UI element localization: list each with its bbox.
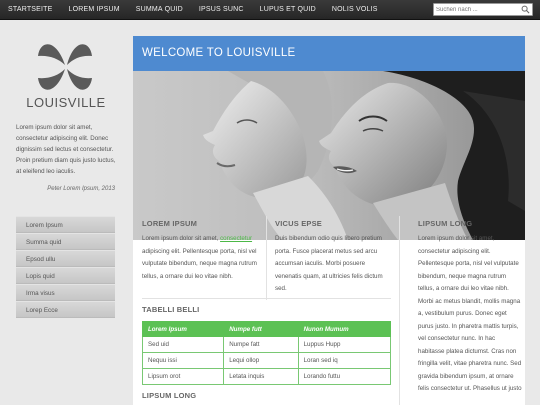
table-cell: Letata inquis [223, 368, 299, 385]
table-header-cell: Numpe futt [223, 321, 299, 337]
col-vicus-epse-text: Duis bibendum odio quis libero pretium p… [275, 235, 383, 292]
main-menu: Startseite Lorem Ipsum Summa Quid Ipsus … [2, 0, 386, 20]
nav-lorem-ipsum[interactable]: Lorem Ipsum [61, 0, 128, 20]
nav-nolis-volis[interactable]: Nolis Volis [324, 0, 386, 20]
column-divider [399, 216, 400, 405]
nav-startseite[interactable]: Startseite [2, 0, 61, 20]
table-cell: Luppus Hupp [297, 336, 392, 353]
table-title: Tabelli Belli [142, 305, 200, 314]
column-divider [266, 216, 267, 300]
col-lorem-ipsum-text: Lorem ipsum dolor sit amet, consectetur … [142, 235, 257, 280]
table-cell: Lequi ollop [223, 352, 299, 369]
main-content: Welcome to Louisville [133, 36, 525, 405]
col-vicus-epse-title: Vicus Epse [275, 219, 323, 228]
search-box [433, 3, 533, 16]
table-header-cell: Nunon Mumum [297, 321, 392, 337]
col-lipsum-long-text: Lorem ipsum dolor sit amet, consectetur … [418, 235, 522, 392]
sidebar-item-lopis-quid[interactable]: Lopis quid [16, 267, 115, 284]
sidebar-intro-text: Lorem ipsum dolor sit amet, consectetur … [16, 124, 116, 175]
louisville-logo[interactable] [34, 36, 96, 98]
sidebar-quote-author: Peter Lorem Ipsum, 2013 [47, 186, 115, 192]
sidebar-menu: Lorem Ipsum Summa quid Epsod ullu Lopis … [16, 216, 115, 318]
table-row: Sed uid Numpe fatt Luppus Hupp [141, 336, 392, 353]
search-icon[interactable] [521, 5, 530, 14]
nav-summa-quid[interactable]: Summa Quid [128, 0, 191, 20]
table-cell: Lipsum orot [141, 368, 225, 385]
footer-section-title: Lipsum long [142, 391, 197, 400]
top-navigation-bar: Startseite Lorem Ipsum Summa Quid Ipsus … [0, 0, 540, 20]
sidebar-item-lorem-ipsum[interactable]: Lorem Ipsum [16, 216, 115, 233]
page-title: Welcome to Louisville [133, 36, 525, 71]
table-header-row: Lorem Ipsum Numpe futt Nunon Mumum [141, 321, 392, 337]
section-divider [142, 298, 391, 299]
table-header-cell: Lorem Ipsum [141, 321, 225, 337]
sidebar-item-summa-quid[interactable]: Summa quid [16, 233, 115, 250]
col-lipsum-long-title: Lipsum long [418, 219, 473, 228]
nav-ipsus-sunc[interactable]: Ipsus Sunc [191, 0, 252, 20]
search-input[interactable] [436, 4, 520, 15]
consectetur-link[interactable]: consectetur [220, 235, 252, 242]
table-cell: Lorando futtu [297, 368, 392, 385]
col-lorem-ipsum-title: Lorem Ipsum [142, 219, 198, 228]
sidebar-item-lorep-ecce[interactable]: Lorep Ecce [16, 301, 115, 318]
table-cell: Numpe fatt [223, 336, 299, 353]
sidebar-item-irma-visus[interactable]: Irma visus [16, 284, 115, 301]
table-row: Lipsum orot Letata inquis Lorando futtu [141, 368, 392, 385]
table-cell: Nequu issi [141, 352, 225, 369]
table-cell: Sed uid [141, 336, 225, 353]
brand-name: LOUISVILLE [26, 95, 106, 110]
data-table: Lorem Ipsum Numpe futt Nunon Mumum Sed u… [141, 321, 392, 385]
hero-photo-two-women [133, 71, 525, 240]
table-cell: Loran sed iq [297, 352, 392, 369]
nav-lupus-et-quid[interactable]: Lupus et quid [252, 0, 324, 20]
table-row: Nequu issi Lequi ollop Loran sed iq [141, 352, 392, 369]
sidebar-item-epsod-ullu[interactable]: Epsod ullu [16, 250, 115, 267]
